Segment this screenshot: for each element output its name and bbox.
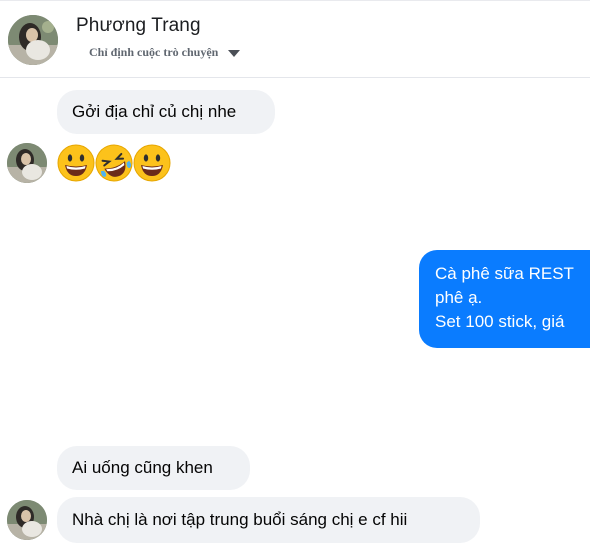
message-text: Ai uống cũng khen	[72, 458, 213, 477]
assign-conversation-dropdown[interactable]: Chỉ định cuộc trò chuyện	[89, 45, 241, 60]
rolling-on-floor-laughing-icon	[95, 144, 133, 182]
sender-avatar[interactable]	[7, 143, 47, 183]
grinning-face-icon	[57, 144, 95, 182]
conversation-header: Phương Trang Chỉ định cuộc trò chuyện	[0, 0, 590, 78]
incoming-message[interactable]: Gởi địa chỉ củ chị nhe	[57, 90, 275, 134]
contact-name[interactable]: Phương Trang	[76, 15, 201, 37]
assign-conversation-label: Chỉ định cuộc trò chuyện	[89, 45, 219, 59]
message-text: Gởi địa chỉ củ chị nhe	[72, 102, 237, 121]
emoji-message[interactable]	[57, 144, 171, 182]
caret-down-icon	[228, 49, 241, 57]
message-line: phê ạ.	[435, 288, 483, 307]
message-line: Cà phê sữa REST	[435, 264, 574, 283]
message-line: Set 100 stick, giá	[435, 312, 565, 331]
message-text: Nhà chị là nơi tập trung buổi sáng chị e…	[72, 510, 408, 529]
incoming-message[interactable]: Nhà chị là nơi tập trung buổi sáng chị e…	[57, 497, 480, 543]
sender-avatar[interactable]	[7, 500, 47, 540]
incoming-message[interactable]: Ai uống cũng khen	[57, 446, 250, 490]
grinning-face-icon	[133, 144, 171, 182]
contact-avatar[interactable]	[8, 15, 58, 65]
outgoing-message[interactable]: Cà phê sữa REST phê ạ. Set 100 stick, gi…	[419, 250, 590, 348]
